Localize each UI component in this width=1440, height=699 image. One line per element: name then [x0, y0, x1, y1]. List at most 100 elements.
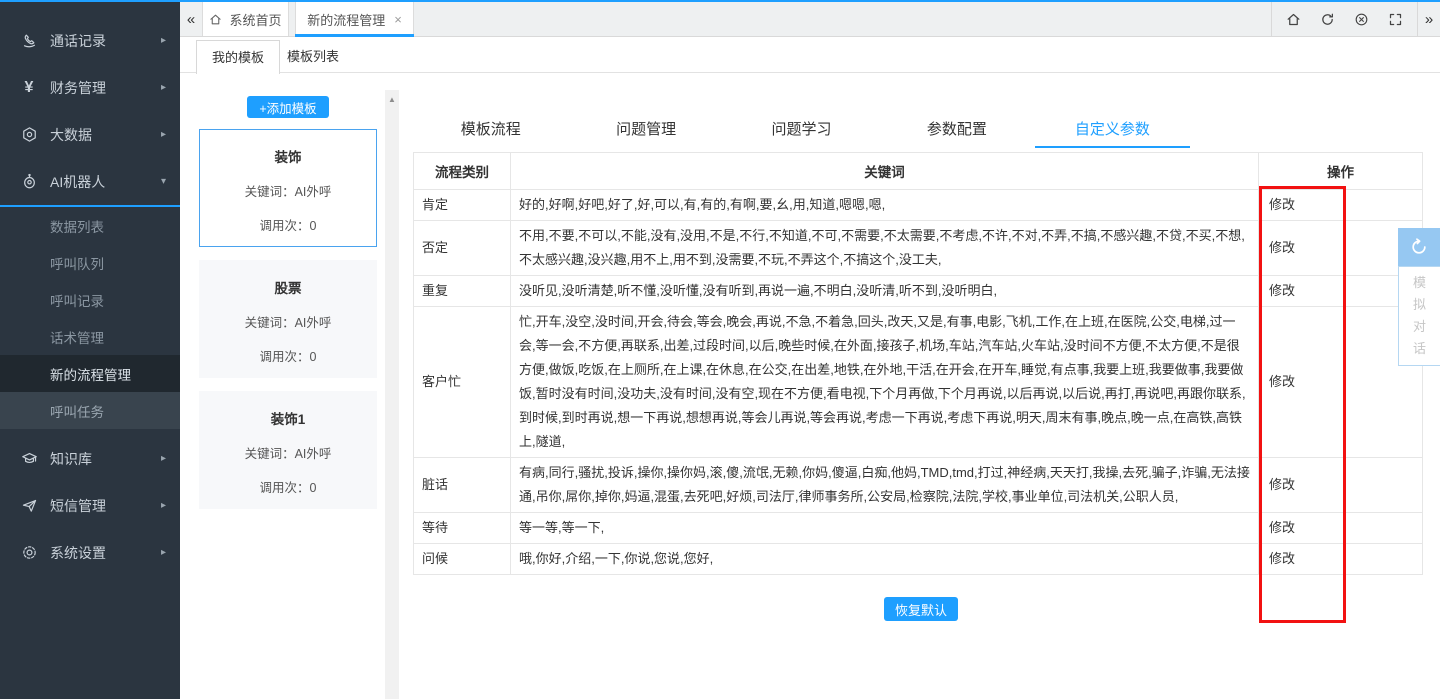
keyword-table-section: 流程类别 关键词 操作 肯定 好的,好啊,好吧,好了,好,可以,有,有的,有啊,… [413, 152, 1422, 621]
tab-system-home[interactable]: 系统首页 [202, 2, 289, 36]
panel-scrollbar[interactable]: ▲ [385, 90, 399, 699]
main-tab[interactable]: 模板流程 [413, 108, 568, 148]
sms-icon [18, 497, 40, 515]
tab-my-templates[interactable]: 我的模板 [196, 40, 280, 74]
expand-arrow-icon: ▾ [161, 176, 166, 187]
home-icon[interactable] [1286, 12, 1301, 27]
main-tab-label: 模板流程 [461, 118, 521, 139]
phone-icon [18, 32, 40, 50]
expand-tabs-button[interactable]: » [1418, 2, 1440, 36]
main-tab-label: 自定义参数 [1075, 118, 1150, 139]
tabbar-actions [1271, 2, 1418, 36]
main-tab[interactable]: 参数配置 [879, 108, 1034, 148]
expand-arrow-icon: ▸ [161, 35, 166, 46]
main-tab[interactable]: 问题管理 [568, 108, 723, 148]
sidebar-submenu-item[interactable]: 数据列表 [0, 207, 180, 244]
modify-link[interactable]: 修改 [1259, 513, 1423, 544]
sidebar-item[interactable]: 通话记录 ▸ [0, 17, 180, 64]
modify-link[interactable]: 修改 [1259, 458, 1423, 513]
category-cell: 否定 [414, 221, 511, 276]
robot-icon [18, 173, 40, 191]
sidebar-item-label: 大数据 [50, 125, 161, 145]
tab-label: 系统首页 [229, 10, 281, 29]
expand-arrow-icon: ▸ [161, 82, 166, 93]
column-header-keywords: 关键词 [511, 153, 1259, 190]
modify-link[interactable]: 修改 [1259, 190, 1423, 221]
template-card-calls: 调用次：0 [260, 477, 317, 496]
category-cell: 重复 [414, 276, 511, 307]
template-card-title: 装饰 [275, 146, 302, 166]
tab-bar: « 系统首页 新的流程管理 × » [180, 2, 1440, 37]
sidebar-item[interactable]: 知识库 ▸ [0, 435, 180, 482]
sidebar-submenu-item[interactable]: 新的流程管理 [0, 355, 180, 392]
sidebar-item[interactable]: ¥ 财务管理 ▸ [0, 64, 180, 111]
main-tab[interactable]: 问题学习 [724, 108, 879, 148]
template-card[interactable]: 装饰1 关键词：AI外呼 调用次：0 [199, 391, 377, 509]
column-header-category: 流程类别 [414, 153, 511, 190]
keywords-cell: 好的,好啊,好吧,好了,好,可以,有,有的,有啊,要,幺,用,知道,嗯嗯,嗯, [511, 190, 1259, 221]
keywords-cell: 哦,你好,介绍,一下,你说,您说,您好, [511, 544, 1259, 575]
simulate-dialog-icon[interactable] [1398, 228, 1440, 266]
sidebar-submenu-item[interactable]: 话术管理 [0, 318, 180, 355]
expand-arrow-icon: ▸ [161, 453, 166, 464]
column-header-action: 操作 [1259, 153, 1423, 190]
table-row: 问候 哦,你好,介绍,一下,你说,您说,您好, 修改 [414, 544, 1423, 575]
close-tab-icon[interactable]: × [394, 12, 402, 27]
sidebar-item-label: 短信管理 [50, 496, 161, 516]
sidebar-item-label: 知识库 [50, 449, 161, 469]
sidebar-item[interactable]: 大数据 ▸ [0, 111, 180, 158]
keyword-table: 流程类别 关键词 操作 肯定 好的,好啊,好吧,好了,好,可以,有,有的,有啊,… [413, 152, 1423, 575]
sidebar-item[interactable]: 短信管理 ▸ [0, 482, 180, 529]
template-card-title: 装饰1 [271, 408, 306, 428]
close-circle-icon[interactable] [1354, 12, 1369, 27]
expand-arrow-icon: ▸ [161, 547, 166, 558]
sidebar-item[interactable]: AI机器人 ▾ [0, 158, 180, 205]
restore-default-button[interactable]: 恢复默认 [884, 597, 958, 621]
expand-arrow-icon: ▸ [161, 500, 166, 511]
refresh-icon[interactable] [1320, 12, 1335, 27]
template-card-calls: 调用次：0 [260, 346, 317, 365]
yuan-icon: ¥ [18, 79, 40, 97]
sidebar-item-label: AI机器人 [50, 172, 161, 192]
sidebar-submenu-item[interactable]: 呼叫记录 [0, 281, 180, 318]
main-tab[interactable]: 自定义参数 [1035, 108, 1190, 148]
sidebar-submenu-item[interactable]: 呼叫队列 [0, 244, 180, 281]
simulate-dialog-label: 模 拟 对 话 [1398, 266, 1440, 366]
category-cell: 脏话 [414, 458, 511, 513]
sidebar-submenu-item[interactable]: 呼叫任务 [0, 392, 180, 429]
main-tab-label: 问题管理 [616, 118, 676, 139]
sidebar-item[interactable]: 坐席管理 [0, 0, 180, 17]
app-window: 坐席管理 通话记录 ▸ ¥ 财务管理 ▸ [0, 0, 1440, 699]
collapse-tabs-button[interactable]: « [180, 2, 202, 36]
tab-label: 新的流程管理 [307, 10, 385, 29]
tab-template-list[interactable]: 模板列表 [272, 40, 354, 74]
simulate-dialog-widget[interactable]: 模 拟 对 话 [1398, 228, 1440, 366]
table-header-row: 流程类别 关键词 操作 [414, 153, 1423, 190]
sidebar-item[interactable]: 系统设置 ▸ [0, 529, 180, 576]
template-card[interactable]: 装饰 关键词：AI外呼 调用次：0 [199, 129, 377, 247]
scroll-up-icon[interactable]: ▲ [385, 90, 399, 104]
modify-link[interactable]: 修改 [1259, 544, 1423, 575]
keywords-cell: 有病,同行,骚扰,投诉,操你,操你妈,滚,傻,流氓,无赖,你妈,傻逼,白痴,他妈… [511, 458, 1259, 513]
sidebar-item-label: 财务管理 [50, 78, 161, 98]
table-row: 脏话 有病,同行,骚扰,投诉,操你,操你妈,滚,傻,流氓,无赖,你妈,傻逼,白痴… [414, 458, 1423, 513]
template-card[interactable]: 股票 关键词：AI外呼 调用次：0 [199, 260, 377, 378]
widget-label-char: 模 [1413, 274, 1426, 291]
table-row: 客户忙 忙,开车,没空,没时间,开会,待会,等会,晚会,再说,不急,不着急,回头… [414, 307, 1423, 458]
sidebar-submenu-label: 呼叫记录 [50, 290, 104, 310]
template-subtabs: 我的模板 模板列表 [180, 36, 1440, 73]
category-cell: 肯定 [414, 190, 511, 221]
tab-new-process-management[interactable]: 新的流程管理 × [295, 2, 414, 36]
expand-arrow-icon: ▸ [161, 129, 166, 140]
table-row: 重复 没听见,没听清楚,听不懂,没听懂,没有听到,再说一遍,不明白,没听清,听不… [414, 276, 1423, 307]
template-card-keyword: 关键词：AI外呼 [245, 312, 332, 331]
template-card-keyword: 关键词：AI外呼 [245, 443, 332, 462]
category-cell: 问候 [414, 544, 511, 575]
widget-label-char: 话 [1413, 340, 1426, 357]
template-card-keyword: 关键词：AI外呼 [245, 181, 332, 200]
add-template-button[interactable]: +添加模板 [247, 96, 329, 118]
template-card-calls: 调用次：0 [260, 215, 317, 234]
fullscreen-icon[interactable] [1388, 12, 1403, 27]
sidebar-item-label: 系统设置 [50, 543, 161, 563]
main-tab-label: 问题学习 [772, 118, 832, 139]
